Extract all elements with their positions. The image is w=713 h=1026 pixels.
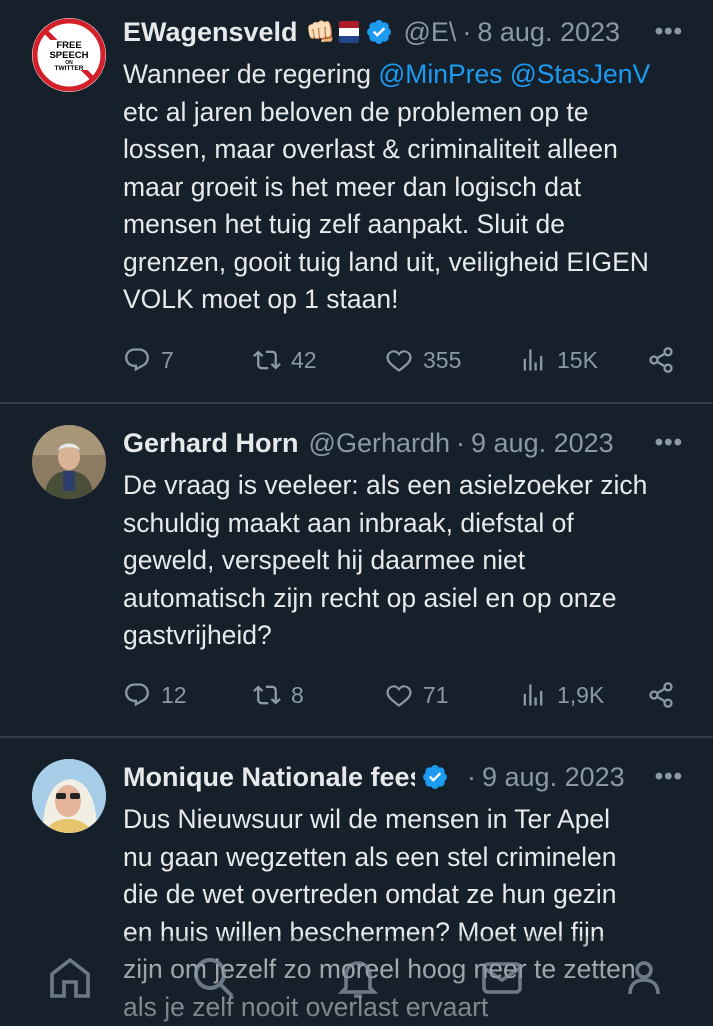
tweet-header: Monique Nationale feest · 9 aug. 2023 ••… xyxy=(123,757,683,797)
share-icon xyxy=(649,347,673,373)
tweet-actions: 12 8 71 1,9K xyxy=(123,675,693,715)
more-options-button[interactable]: ••• xyxy=(655,429,683,457)
search-icon[interactable] xyxy=(190,954,238,1002)
retweet-button[interactable]: 8 xyxy=(253,681,304,709)
reply-count: 7 xyxy=(161,346,174,373)
retweet-icon xyxy=(253,350,281,370)
avatar-monique[interactable] xyxy=(32,759,106,833)
author-handle[interactable]: @Gerhardh xyxy=(309,428,450,459)
author-name[interactable]: Monique Nationale feest xyxy=(123,762,415,793)
tweet-1[interactable]: FREE SPEECH ON TWITTER EWagensveld 👊🏻 @E… xyxy=(0,12,713,392)
avatar-free-speech[interactable]: FREE SPEECH ON TWITTER xyxy=(32,18,106,92)
views-count: 15K xyxy=(557,346,598,373)
mention-link[interactable]: @StasJenV xyxy=(510,59,650,89)
separator-dot: · xyxy=(456,427,466,458)
retweet-count: 8 xyxy=(291,681,304,708)
tweet-actions: 7 42 355 15K xyxy=(123,340,693,380)
views-button[interactable]: 15K xyxy=(519,346,598,374)
views-icon xyxy=(523,349,543,371)
tweet-header: Gerhard Horn @Gerhardh · 9 aug. 2023 ••• xyxy=(123,423,683,463)
like-icon xyxy=(386,685,412,707)
reply-icon xyxy=(125,683,149,707)
verified-icon xyxy=(423,765,447,789)
fist-emoji: 👊🏻 xyxy=(305,18,336,46)
avatar-gerhard[interactable] xyxy=(32,425,106,499)
views-icon xyxy=(523,684,543,706)
tweet-body-rest: etc al jaren beloven de problemen op te … xyxy=(123,96,649,315)
svg-text:TWITTER: TWITTER xyxy=(55,65,84,72)
like-count: 355 xyxy=(423,346,462,373)
mention-link[interactable]: @MinPres xyxy=(378,59,502,89)
retweet-button[interactable]: 42 xyxy=(253,346,317,374)
like-count: 71 xyxy=(423,681,449,708)
tweet-body-prefix: Wanneer de regering xyxy=(123,59,379,89)
bottom-navigation-bar xyxy=(0,936,713,1024)
notifications-icon[interactable] xyxy=(334,954,382,1002)
home-icon[interactable] xyxy=(46,954,94,1002)
author-handle[interactable]: @E\ xyxy=(403,17,456,48)
tweet-date[interactable]: 9 aug. 2023 xyxy=(471,428,614,459)
reply-button[interactable]: 12 xyxy=(123,681,187,709)
person-photo xyxy=(32,759,106,833)
tweet-date[interactable]: 9 aug. 2023 xyxy=(482,762,625,793)
separator-dot: · xyxy=(467,761,476,792)
tweet-body: Wanneer de regering @MinPres @StasJenV e… xyxy=(123,56,693,319)
person-photo xyxy=(32,425,106,499)
views-count: 1,9K xyxy=(557,681,605,708)
share-button[interactable] xyxy=(647,346,675,374)
reply-button[interactable]: 7 xyxy=(123,346,174,374)
tweet-date[interactable]: 8 aug. 2023 xyxy=(477,17,620,48)
tweet-body: De vraag is veeleer: als een asielzoeker… xyxy=(123,470,648,650)
more-options-button[interactable]: ••• xyxy=(655,18,683,46)
reply-icon xyxy=(125,348,149,372)
tweet-header: EWagensveld 👊🏻 @E\ · 8 aug. 2023 ••• xyxy=(123,12,683,52)
reply-count: 12 xyxy=(161,681,187,708)
like-button[interactable]: 71 xyxy=(385,681,449,709)
tweet-divider xyxy=(0,736,713,738)
retweet-icon xyxy=(253,685,281,705)
tweet-divider xyxy=(0,402,713,404)
communities-icon[interactable] xyxy=(620,954,668,1002)
share-button[interactable] xyxy=(647,681,675,709)
tweet-2[interactable]: Gerhard Horn @Gerhardh · 9 aug. 2023 •••… xyxy=(0,423,713,723)
separator-dot: · xyxy=(462,16,472,47)
like-icon xyxy=(386,350,412,372)
retweet-count: 42 xyxy=(291,346,317,373)
views-button[interactable]: 1,9K xyxy=(519,681,604,709)
messages-icon[interactable] xyxy=(478,954,526,1002)
more-options-button[interactable]: ••• xyxy=(655,763,683,791)
netherlands-flag-icon xyxy=(339,21,360,43)
author-name[interactable]: EWagensveld xyxy=(123,17,298,48)
author-name[interactable]: Gerhard Horn xyxy=(123,428,299,459)
like-button[interactable]: 355 xyxy=(385,346,461,374)
free-speech-badge-icon: FREE SPEECH ON TWITTER xyxy=(32,18,106,92)
verified-icon xyxy=(367,20,392,44)
share-icon xyxy=(649,682,673,708)
